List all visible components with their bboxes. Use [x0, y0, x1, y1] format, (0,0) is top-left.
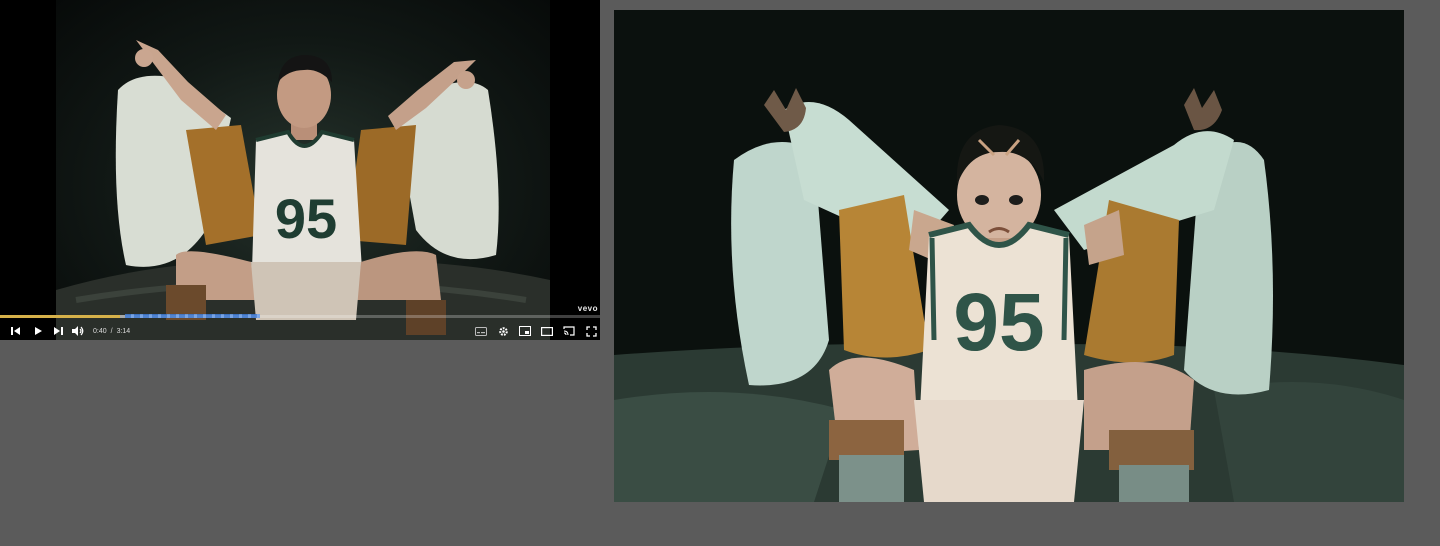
play-icon[interactable]: [31, 322, 45, 340]
painting-canvas[interactable]: 95: [614, 10, 1404, 502]
previous-icon[interactable]: [9, 322, 23, 340]
video-frame[interactable]: 95: [56, 0, 550, 340]
cast-icon[interactable]: [562, 322, 576, 340]
fullscreen-icon[interactable]: [584, 322, 598, 340]
subtitles-icon[interactable]: [474, 322, 488, 340]
progress-fill: [0, 315, 120, 318]
digital-painting: 95: [614, 88, 1404, 502]
vevo-watermark: vevo: [577, 304, 598, 313]
miniplayer-icon[interactable]: [518, 322, 532, 340]
duration: 3:14: [116, 327, 131, 335]
time-separator: /: [110, 327, 113, 335]
painting-jersey-number: 95: [953, 277, 1044, 368]
progress-bar[interactable]: [0, 315, 600, 318]
video-player[interactable]: 95 vevo 0:40/3:14: [0, 0, 600, 340]
player-controls: 0:40/3:14: [0, 322, 600, 340]
chapter-markers: [125, 314, 260, 318]
time-display: 0:40/3:14: [91, 328, 132, 335]
theater-mode-icon[interactable]: [540, 322, 554, 340]
volume-icon[interactable]: [71, 322, 85, 340]
right-controls: [474, 322, 600, 340]
photo-jersey-number: 95: [275, 187, 337, 250]
video-still-photo: 95: [56, 40, 550, 340]
current-time: 0:40: [93, 327, 107, 335]
next-icon[interactable]: [51, 322, 65, 340]
gear-icon[interactable]: [496, 322, 510, 340]
